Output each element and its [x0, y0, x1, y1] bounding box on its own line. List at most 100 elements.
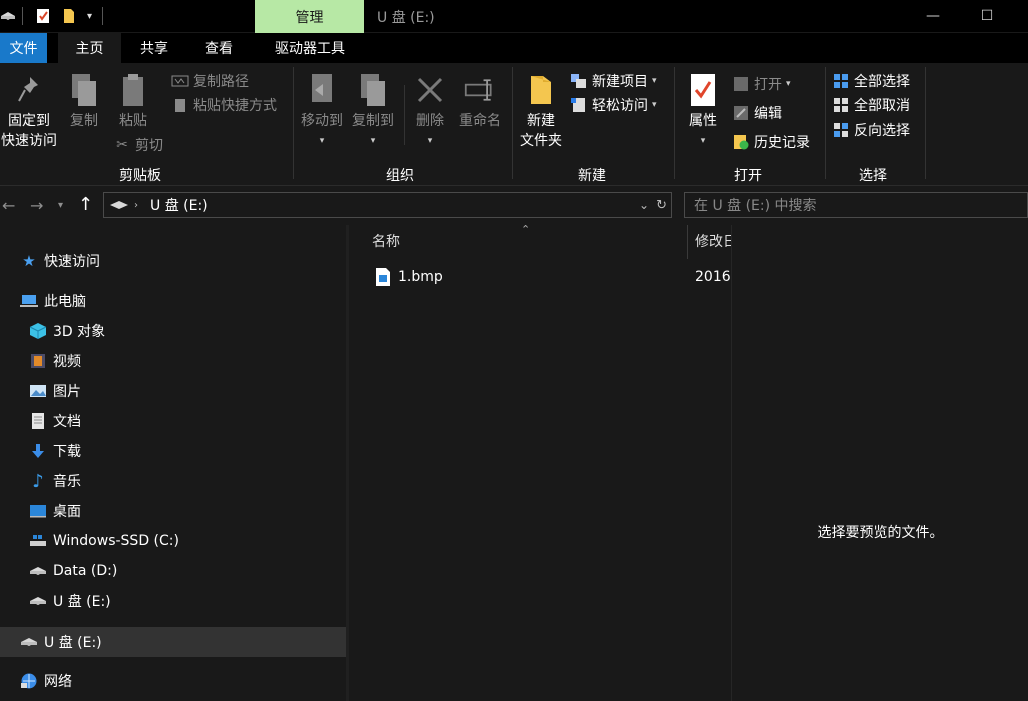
properties-button[interactable]: 属性 ▾ — [680, 71, 726, 151]
list-item[interactable]: 1.bmp 2016 — [349, 263, 731, 293]
nav-3d-objects[interactable]: 3D 对象 — [29, 316, 105, 346]
nav-desktop[interactable]: 桌面 — [29, 496, 81, 526]
column-header-modified[interactable]: 修改日 — [695, 231, 731, 251]
pin-icon — [13, 71, 45, 109]
tab-home[interactable]: 主页 — [58, 33, 121, 63]
document-icon — [29, 412, 47, 430]
select-none-button[interactable]: 全部取消 — [832, 94, 910, 116]
customize-dropdown-icon[interactable]: ▾ — [87, 11, 92, 22]
network-globe-icon — [20, 672, 38, 690]
move-to-button[interactable]: 移动到 ▾ — [298, 71, 346, 151]
cut-label: 剪切 — [135, 138, 163, 154]
select-group-label: 选择 — [859, 168, 887, 184]
title-bar — [0, 0, 1028, 32]
new-folder-icon[interactable] — [61, 8, 77, 24]
nav-label: U 盘 (E:) — [44, 635, 102, 651]
open-label: 打开 — [754, 77, 782, 93]
nav-drive-d[interactable]: Data (D:) — [29, 556, 117, 586]
select-all-button[interactable]: 全部选择 — [832, 70, 910, 92]
invert-selection-button[interactable]: 反向选择 — [832, 119, 910, 141]
breadcrumb-chevron-icon[interactable]: › — [134, 200, 138, 211]
tab-drive-tools[interactable]: 驱动器工具 — [256, 33, 364, 63]
copy-path-icon — [171, 72, 189, 90]
nav-downloads[interactable]: 下载 — [29, 436, 81, 466]
move-to-label: 移动到 — [301, 113, 343, 129]
tab-view[interactable]: 查看 — [188, 33, 250, 63]
search-input[interactable]: 在 U 盘 (E:) 中搜索 — [684, 192, 1028, 218]
bmp-file-icon — [375, 267, 391, 287]
paste-shortcut-button[interactable]: 粘贴快捷方式 — [171, 94, 277, 116]
tab-file[interactable]: 文件 — [0, 33, 47, 63]
pin-label-1: 固定到 — [8, 113, 50, 129]
column-header-name[interactable]: 名称 — [372, 231, 400, 251]
properties-icon[interactable] — [35, 8, 51, 24]
open-button[interactable]: 打开 ▾ — [732, 73, 791, 95]
copy-to-button[interactable]: 复制到 ▾ — [348, 71, 398, 151]
back-arrow-icon[interactable]: ← — [2, 196, 15, 215]
nav-music[interactable]: ♪ 音乐 — [29, 466, 81, 496]
navigation-pane: ★ 快速访问 此电脑 3D 对象 视频 图片 文档 下载 ♪ 音乐 桌面 Win… — [0, 225, 346, 701]
preview-message: 选择要预览的文件。 — [817, 525, 944, 541]
tab-share[interactable]: 共享 — [123, 33, 185, 63]
nav-pictures[interactable]: 图片 — [29, 376, 81, 406]
tab-manage[interactable]: 管理 — [255, 0, 364, 33]
easy-access-button[interactable]: 轻松访问 ▾ — [570, 94, 657, 116]
paste-shortcut-label: 粘贴快捷方式 — [193, 98, 277, 114]
new-folder-icon — [525, 71, 557, 109]
history-label: 历史记录 — [754, 135, 810, 151]
copy-button[interactable]: 复制 — [62, 71, 106, 131]
up-arrow-icon[interactable]: ↑ — [78, 194, 93, 215]
copy-path-button[interactable]: 复制路径 — [171, 70, 249, 92]
organize-group-label: 组织 — [386, 168, 414, 184]
select-none-icon — [832, 96, 850, 114]
nav-quick-access[interactable]: ★ 快速访问 — [20, 246, 100, 276]
invert-selection-icon — [832, 121, 850, 139]
cut-button[interactable]: ✂ 剪切 — [113, 134, 163, 156]
delete-label: 删除 — [416, 113, 444, 129]
address-dropdown-icon[interactable]: ⌄ — [639, 198, 649, 212]
nav-this-pc[interactable]: 此电脑 — [20, 286, 86, 316]
invert-selection-label: 反向选择 — [854, 123, 910, 139]
scissors-icon: ✂ — [116, 137, 128, 153]
usb-drive-icon — [20, 633, 38, 651]
nav-label: Data (D:) — [53, 563, 118, 579]
paste-label: 粘贴 — [119, 113, 147, 129]
new-item-button[interactable]: 新建项目 ▾ — [570, 70, 657, 92]
ribbon: 固定到 快速访问 复制 粘贴 复制路径 粘贴快捷方式 ✂ 剪切 剪贴板 移动到 … — [0, 63, 1028, 186]
rename-button[interactable]: 重命名 — [455, 71, 505, 131]
nav-drive-e[interactable]: U 盘 (E:) — [29, 586, 111, 616]
maximize-button[interactable]: ☐ — [964, 0, 1010, 32]
quick-access-toolbar: ▾ — [0, 0, 109, 32]
nav-drive-c[interactable]: Windows-SSD (C:) — [29, 526, 179, 556]
new-folder-button[interactable]: 新建 文件夹 — [517, 71, 565, 151]
film-icon — [29, 352, 47, 370]
window-title: U 盘 (E:) — [377, 10, 435, 26]
forward-arrow-icon[interactable]: → — [30, 196, 43, 215]
cube-icon — [29, 322, 47, 340]
nav-videos[interactable]: 视频 — [29, 346, 81, 376]
edit-button[interactable]: 编辑 — [732, 102, 782, 124]
recent-dropdown-icon[interactable]: ▾ — [58, 200, 63, 211]
star-icon: ★ — [22, 252, 36, 270]
history-button[interactable]: 历史记录 — [732, 131, 810, 153]
minimize-button[interactable]: — — [910, 0, 956, 32]
drive-icon — [108, 199, 130, 211]
move-to-icon — [306, 71, 338, 109]
computer-icon — [20, 292, 38, 310]
address-bar[interactable]: › U 盘 (E:) ⌄ ↻ — [103, 192, 672, 218]
breadcrumb-path[interactable]: U 盘 (E:) — [150, 195, 208, 215]
nav-drive-e-root[interactable]: U 盘 (E:) — [20, 627, 102, 657]
refresh-icon[interactable]: ↻ — [656, 198, 667, 213]
delete-button[interactable]: 删除 ▾ — [410, 71, 450, 151]
copy-to-icon — [357, 71, 389, 109]
nav-label: 3D 对象 — [53, 324, 106, 340]
pin-to-quick-access-button[interactable]: 固定到 快速访问 — [0, 71, 58, 151]
select-all-label: 全部选择 — [854, 74, 910, 90]
nav-label: 此电脑 — [44, 294, 86, 310]
nav-label: 文档 — [53, 414, 81, 430]
new-folder-label-2: 文件夹 — [520, 133, 562, 149]
nav-documents[interactable]: 文档 — [29, 406, 81, 436]
easy-access-label: 轻松访问 — [592, 98, 648, 114]
paste-button[interactable]: 粘贴 — [111, 71, 155, 131]
nav-network[interactable]: 网络 — [20, 666, 72, 696]
